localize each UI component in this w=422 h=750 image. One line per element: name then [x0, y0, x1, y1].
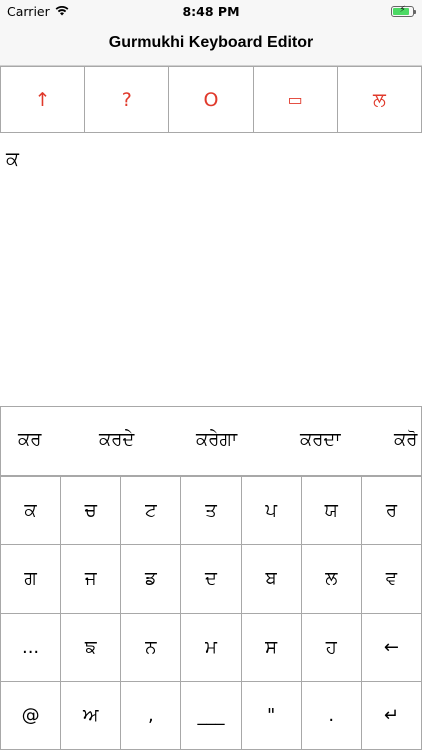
more-key[interactable]: ...: [1, 613, 62, 682]
key[interactable]: ਡ: [121, 545, 182, 614]
rounded-rect-icon: ▭: [287, 90, 303, 109]
key[interactable]: ਜ: [61, 545, 122, 614]
backspace-key[interactable]: ←: [361, 613, 422, 682]
key[interactable]: ਚ: [61, 477, 122, 546]
return-key[interactable]: ↵: [361, 681, 422, 750]
rounded-rect-button[interactable]: ▭: [253, 67, 338, 132]
key[interactable]: ਲ: [301, 545, 362, 614]
circle-icon: O: [203, 88, 219, 111]
key[interactable]: ਟ: [121, 477, 182, 546]
key[interactable]: ਯ: [301, 477, 362, 546]
status-time: 8:48 PM: [182, 4, 240, 19]
toolbar: ↑ ? O ▭ ਲ: [0, 66, 422, 133]
editor-text: ਕ: [6, 148, 19, 170]
quote-key[interactable]: ": [241, 681, 302, 750]
key[interactable]: ਪ: [241, 477, 302, 546]
key[interactable]: ਹ: [301, 613, 362, 682]
key[interactable]: ਕ: [1, 477, 62, 546]
bolt-icon: ⚡: [399, 5, 406, 15]
arrow-up-button[interactable]: ↑: [0, 67, 86, 132]
key[interactable]: ਙ: [61, 613, 122, 682]
key[interactable]: ਬ: [241, 545, 302, 614]
key[interactable]: ਤ: [181, 477, 242, 546]
page-title: Gurmukhi Keyboard Editor: [108, 34, 314, 51]
circle-button[interactable]: O: [169, 67, 254, 132]
key[interactable]: ਗ: [1, 545, 62, 614]
key[interactable]: ਸ: [241, 613, 302, 682]
key[interactable]: ਦ: [181, 545, 242, 614]
text-editor[interactable]: ਕ: [0, 133, 422, 406]
navigation-bar: Gurmukhi Keyboard Editor: [0, 22, 422, 66]
battery-charging-icon: ⚡: [391, 5, 416, 17]
space-key[interactable]: ___: [181, 681, 242, 750]
suggestion-item[interactable]: ਕਰ: [18, 429, 41, 450]
suggestion-bar: ਕਰ ਕਰਦੇ ਕਰੇਗਾ ਕਰਦਾ ਕਰੋ: [0, 406, 422, 476]
gurmukhi-la-icon: ਲ: [372, 88, 386, 111]
suggestion-item[interactable]: ਕਰਦਾ: [300, 429, 341, 450]
status-bar: Carrier 8:48 PM ⚡: [0, 0, 422, 22]
suggestion-item[interactable]: ਕਰਦੇ: [99, 429, 134, 450]
gurmukhi-keyboard: ਕ ਚ ਟ ਤ ਪ ਯ ਰ ਗ ਜ ਡ ਦ ਬ ਲ ਵ ... ਙ ਨ ਮ ਸ …: [0, 476, 422, 750]
suggestion-item[interactable]: ਕਰੇਗਾ: [196, 429, 237, 450]
at-key[interactable]: @: [1, 681, 62, 750]
question-icon: ?: [121, 88, 132, 111]
key[interactable]: ਵ: [361, 545, 422, 614]
key[interactable]: ਮ: [181, 613, 242, 682]
help-button[interactable]: ?: [85, 67, 170, 132]
comma-key[interactable]: ,: [121, 681, 182, 750]
period-key[interactable]: .: [301, 681, 362, 750]
key[interactable]: ਅ: [61, 681, 122, 750]
arrow-up-icon: ↑: [34, 88, 51, 111]
suggestion-item[interactable]: ਕਰੋ: [394, 429, 417, 450]
key[interactable]: ਨ: [121, 613, 182, 682]
key[interactable]: ਰ: [361, 477, 422, 546]
gurmukhi-button[interactable]: ਲ: [337, 67, 422, 132]
